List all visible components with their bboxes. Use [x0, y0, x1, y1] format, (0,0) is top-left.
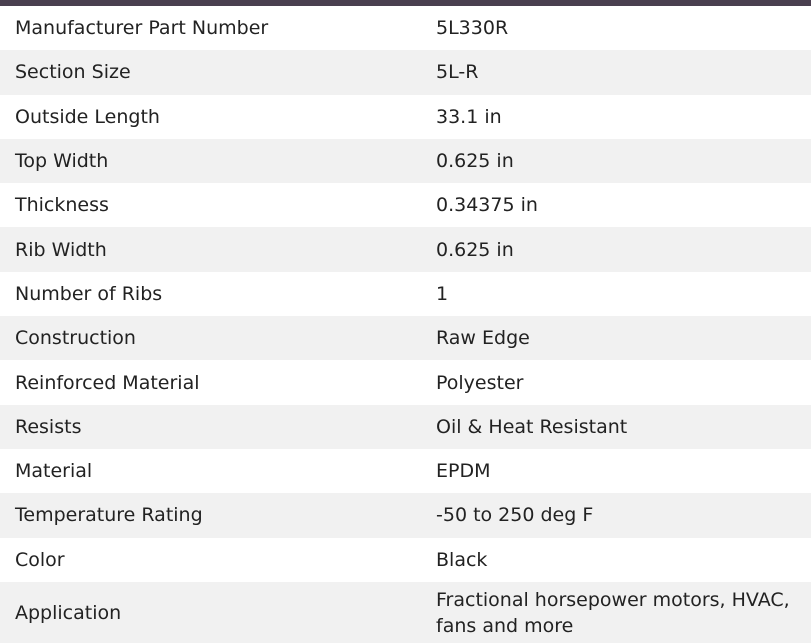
table-row: Section Size 5L-R	[0, 50, 811, 95]
spec-value: -50 to 250 deg F	[436, 504, 594, 527]
table-row: Manufacturer Part Number 5L330R	[0, 6, 811, 51]
specifications-table: Manufacturer Part Number 5L330R Section …	[0, 6, 811, 643]
spec-name: Outside Length	[15, 105, 160, 128]
spec-name: Thickness	[15, 194, 109, 217]
spec-name: Construction	[15, 327, 136, 350]
spec-value: 0.34375 in	[436, 194, 538, 217]
spec-name: Rib Width	[15, 238, 107, 261]
spec-name: Top Width	[15, 150, 109, 173]
spec-name: Reinforced Material	[15, 371, 200, 394]
spec-value: 0.625 in	[436, 238, 514, 261]
spec-value: 0.625 in	[436, 150, 514, 173]
table-row: Thickness 0.34375 in	[0, 183, 811, 228]
spec-value: Oil & Heat Resistant	[436, 415, 628, 438]
table-row: Outside Length 33.1 in	[0, 94, 811, 139]
spec-name: Color	[15, 548, 65, 571]
spec-value: Fractional horsepower motors, HVAC, fans…	[436, 588, 790, 637]
table-row: Color Black	[0, 537, 811, 582]
table-row: Temperature Rating -50 to 250 deg F	[0, 493, 811, 538]
spec-value: Polyester	[436, 371, 524, 394]
spec-name: Material	[15, 460, 93, 483]
spec-name: Section Size	[15, 61, 131, 84]
table-row: Number of Ribs 1	[0, 271, 811, 317]
spec-value: 1	[436, 282, 449, 305]
spec-name: Temperature Rating	[15, 504, 203, 527]
spec-value: 33.1 in	[436, 105, 502, 128]
spec-value: Raw Edge	[436, 327, 530, 350]
table-row: Rib Width 0.625 in	[0, 227, 811, 272]
table-row: Construction Raw Edge	[0, 316, 811, 361]
table-row: Resists Oil & Heat Resistant	[0, 404, 811, 449]
spec-value: 5L-R	[436, 61, 479, 84]
spec-name: Manufacturer Part Number	[15, 17, 269, 40]
spec-name: Application	[15, 601, 122, 624]
table-row: Application Fractional horsepower motors…	[0, 581, 811, 643]
spec-value: 5L330R	[436, 17, 509, 40]
spec-value: EPDM	[436, 460, 491, 483]
spec-name: Number of Ribs	[15, 282, 163, 305]
table-row: Top Width 0.625 in	[0, 138, 811, 184]
spec-value: Black	[436, 548, 488, 571]
table-row: Material EPDM	[0, 448, 811, 494]
spec-name: Resists	[15, 415, 82, 438]
table-row: Reinforced Material Polyester	[0, 360, 811, 405]
